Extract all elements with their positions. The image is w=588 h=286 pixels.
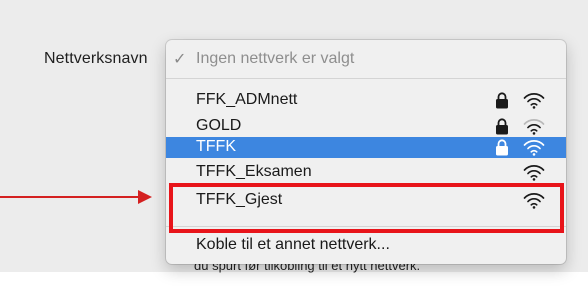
annotation-highlight-box	[169, 183, 564, 233]
annotation-arrow-head-icon	[138, 190, 152, 204]
wifi-weak-icon	[523, 119, 545, 135]
network-name-label: Nettverksnavn	[44, 50, 148, 67]
lock-icon	[496, 118, 508, 135]
network-item-tffk-eksamen[interactable]: TFFK_Eksamen	[166, 162, 566, 183]
wifi-icon	[523, 140, 545, 156]
network-item-gold[interactable]: GOLD	[166, 116, 566, 137]
network-name: GOLD	[196, 117, 242, 134]
other-network-item[interactable]: Koble til et annet nettverk...	[196, 236, 390, 254]
network-name: TFFK	[196, 138, 236, 155]
annotation-arrow-line	[0, 196, 142, 198]
network-name: TFFK_Eksamen	[196, 163, 312, 180]
network-name: FFK_ADMnett	[196, 91, 298, 108]
no-network-item: ✓ Ingen nettverk er valgt	[166, 40, 566, 78]
checkmark-icon: ✓	[173, 51, 187, 68]
wifi-icon	[523, 93, 545, 109]
screenshot: Nettverksnavn du spurt før tilkobling ti…	[0, 0, 588, 286]
no-network-label: Ingen nettverk er valgt	[196, 50, 355, 67]
menu-separator	[166, 78, 566, 79]
wifi-icon	[523, 165, 545, 181]
lock-icon	[496, 92, 508, 109]
network-item-ffk-admnett[interactable]: FFK_ADMnett	[166, 90, 566, 111]
lock-icon	[496, 139, 508, 156]
network-item-tffk[interactable]: TFFK	[166, 137, 566, 158]
